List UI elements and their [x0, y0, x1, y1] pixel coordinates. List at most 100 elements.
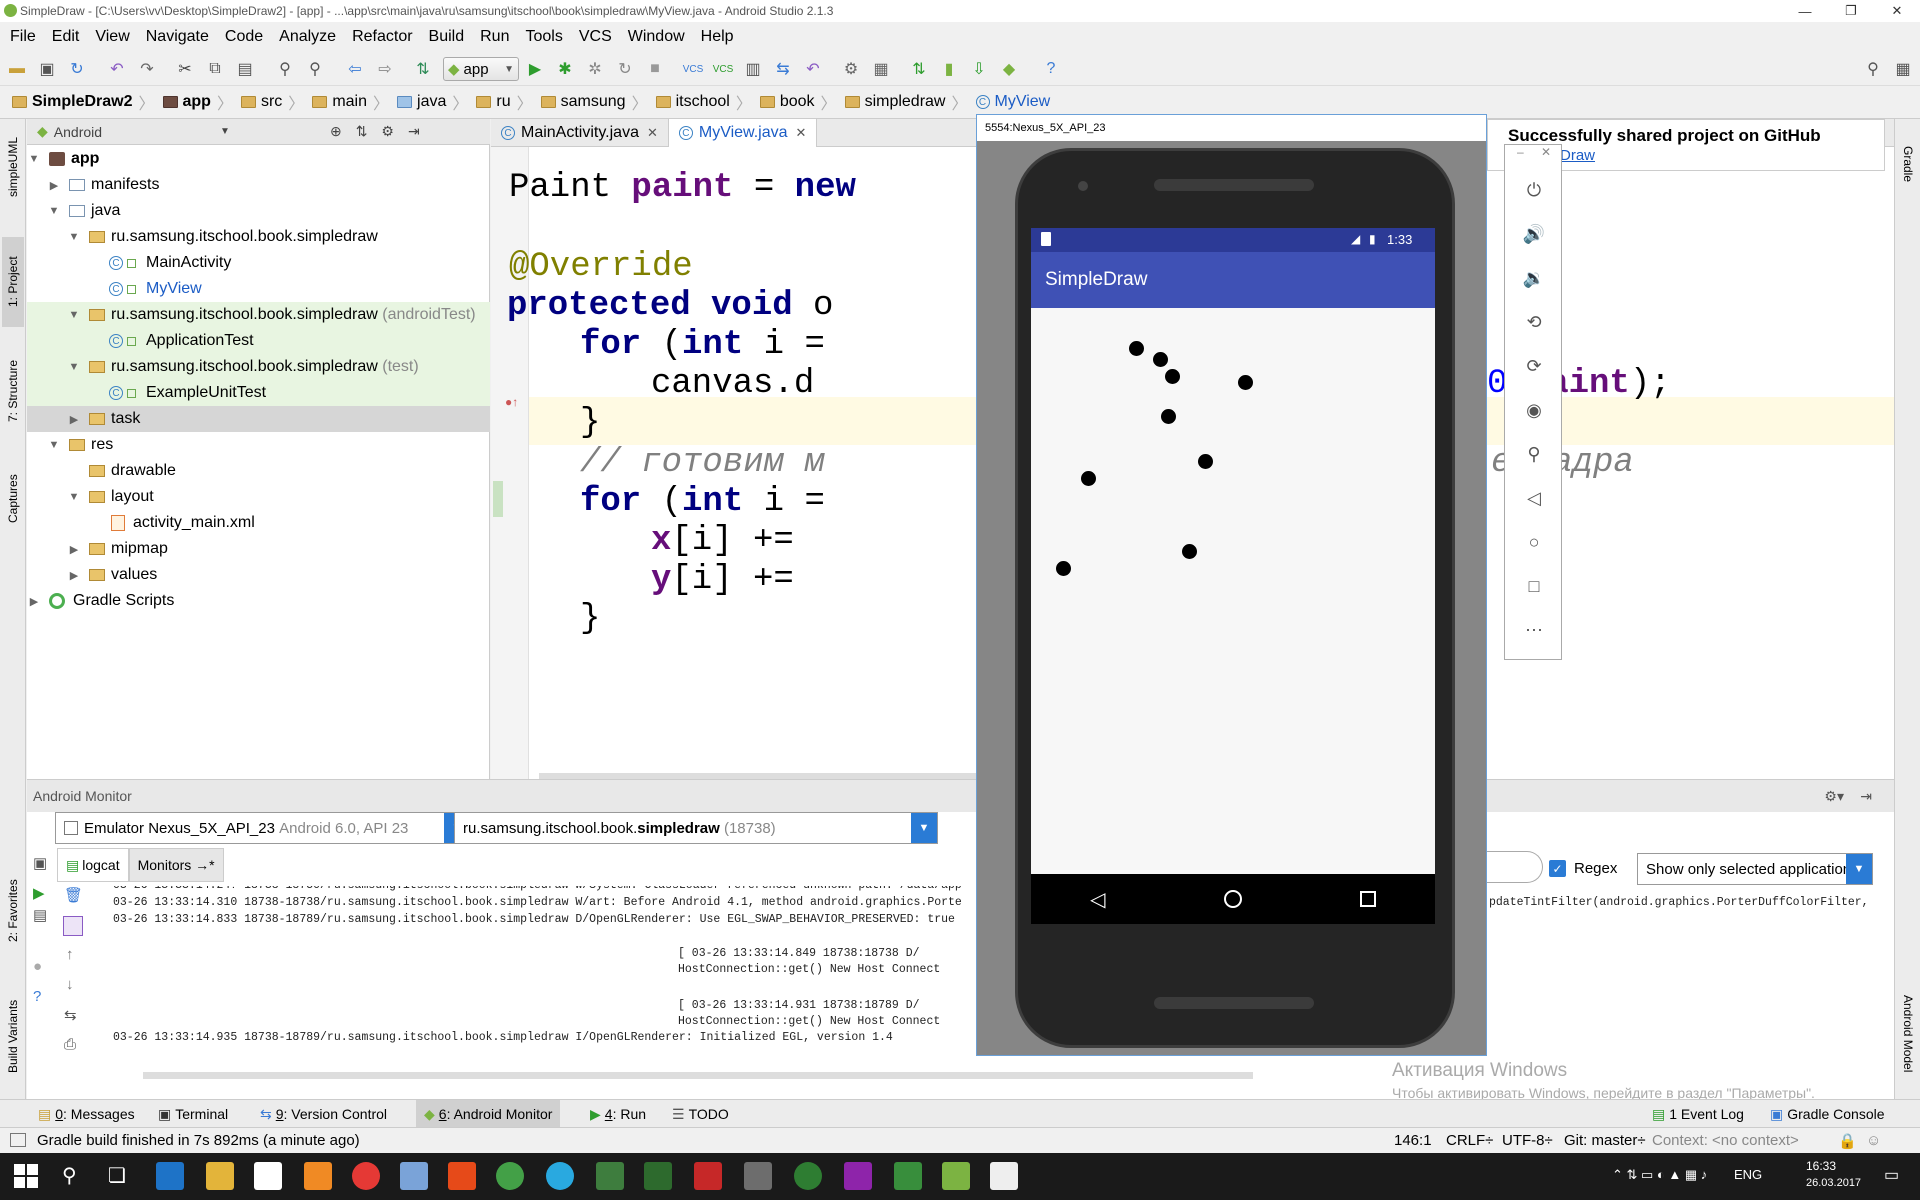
tray-icons[interactable]: ⌃ ⇅ ▭ ◐ ▲ ▦ ♪ [1612, 1167, 1707, 1183]
maximize-icon[interactable]: ❐ [1828, 0, 1874, 22]
sync-icon[interactable]: ↻ [66, 58, 88, 80]
copy-icon[interactable]: ⧉ [204, 58, 226, 80]
tab-simpleuml[interactable]: simpleUML [2, 127, 24, 207]
app-icon[interactable] [644, 1162, 672, 1190]
close-icon[interactable]: ✕ [1874, 0, 1920, 22]
tray-time[interactable]: 16:33 [1806, 1159, 1836, 1173]
regex-checkbox[interactable]: ✓ Regex [1549, 860, 1617, 877]
tool-windows-icon[interactable] [10, 1133, 26, 1147]
redo-icon[interactable]: ↷ [136, 58, 158, 80]
tree-item-myview[interactable]: C MyView [27, 276, 490, 302]
override-marker-icon[interactable]: ●↑ [505, 395, 518, 409]
back-icon[interactable]: ⇦ [344, 58, 366, 80]
close-tab-icon[interactable]: ✕ [647, 125, 658, 141]
open-folder-icon[interactable]: ▬ [6, 58, 28, 80]
breadcrumb-item[interactable]: SimpleDraw2 〉 [8, 86, 159, 119]
breadcrumb-item[interactable]: itschool 〉 [652, 86, 756, 119]
paste-icon[interactable]: ▤ [234, 58, 256, 80]
task-view-icon[interactable]: ❏ [108, 1163, 126, 1188]
help-icon[interactable]: ? [33, 988, 41, 1005]
vcs-revert-icon[interactable]: ↶ [802, 58, 824, 80]
tab-favorites[interactable]: 2: Favorites [2, 861, 24, 961]
tab-mainactivity[interactable]: C MainActivity.java ✕ [491, 119, 669, 147]
event-layout-icon[interactable]: ▦ [1892, 58, 1914, 80]
edge-icon[interactable] [156, 1162, 184, 1190]
logcat-filter-select[interactable]: Show only selected application ▼ [1637, 853, 1873, 885]
find-icon[interactable]: ⚲ [274, 58, 296, 80]
rotate-left-icon[interactable]: ⟲ [1523, 311, 1545, 333]
tree-item-package-test[interactable]: ▼ ru.samsung.itschool.book.simpledraw (te… [27, 354, 490, 380]
android-device-monitor-icon[interactable]: ◆ [998, 58, 1020, 80]
menu-analyze[interactable]: Analyze [271, 28, 344, 46]
skype-icon[interactable] [546, 1162, 574, 1190]
menu-refactor[interactable]: Refactor [344, 28, 420, 46]
power-icon[interactable]: ⏻ [1523, 179, 1545, 201]
minimize-icon[interactable]: – [1517, 145, 1524, 159]
tree-item-package[interactable]: ▼ ru.samsung.itschool.book.simpledraw [27, 224, 490, 250]
explorer-icon[interactable] [206, 1162, 234, 1190]
menu-window[interactable]: Window [620, 28, 693, 46]
app-icon[interactable] [304, 1162, 332, 1190]
app-icon[interactable] [794, 1162, 822, 1190]
breadcrumb-item[interactable]: app 〉 [159, 86, 237, 119]
tab-project[interactable]: 1: Project [2, 237, 24, 327]
tree-item-exampleunittest[interactable]: C ExampleUnitTest [27, 380, 490, 406]
tree-item-gradle-scripts[interactable]: ▶ Gradle Scripts [27, 588, 490, 614]
close-tab-icon[interactable]: ✕ [796, 125, 807, 141]
breadcrumb-item[interactable]: samsung 〉 [537, 86, 652, 119]
back-icon[interactable]: ◁ [1523, 487, 1545, 509]
breadcrumb-item[interactable]: java 〉 [393, 86, 472, 119]
soft-wrap-icon[interactable]: ⇆ [64, 1006, 77, 1024]
tab-gradle-console[interactable]: ▣ Gradle Console [1770, 1100, 1885, 1128]
breadcrumb-item[interactable]: ru 〉 [472, 86, 536, 119]
device-select[interactable]: Emulator Nexus_5X_API_23 Android 6.0, AP… [55, 812, 471, 844]
settings-icon[interactable]: ⚙ [840, 58, 862, 80]
gear-icon[interactable]: ⚙ [381, 123, 394, 140]
line-separator[interactable]: CRLF÷ [1446, 1132, 1493, 1149]
menu-tools[interactable]: Tools [517, 28, 570, 46]
store-icon[interactable] [254, 1162, 282, 1190]
utorrent-icon[interactable] [496, 1162, 524, 1190]
search-icon[interactable]: ⚲ [62, 1163, 77, 1188]
up-icon[interactable]: ↑ [66, 946, 74, 963]
tree-item-package-androidtest[interactable]: ▼ ru.samsung.itschool.book.simpledraw (an… [27, 302, 490, 328]
minimize-icon[interactable]: — [1782, 0, 1828, 22]
code-line[interactable]: y[i] += [651, 556, 814, 604]
terminate-icon[interactable]: ● [33, 958, 42, 975]
home-icon[interactable] [1223, 890, 1242, 908]
vcs-update-icon[interactable]: VCS [682, 58, 704, 80]
photos-icon[interactable] [990, 1162, 1018, 1190]
tab-android-model[interactable]: Android Model [1897, 979, 1919, 1089]
code-line[interactable]: Paint paint = new [509, 164, 856, 212]
tree-item-layout[interactable]: ▼ layout [27, 484, 490, 510]
undo-icon[interactable]: ↶ [106, 58, 128, 80]
tab-terminal[interactable]: ▣ Terminal [158, 1100, 228, 1128]
app-icon[interactable] [942, 1162, 970, 1190]
tree-item-activity-main-xml[interactable]: activity_main.xml [27, 510, 490, 536]
git-branch[interactable]: Git: master÷ [1564, 1132, 1646, 1149]
app-icon[interactable] [400, 1162, 428, 1190]
search-everywhere-icon[interactable]: ⚲ [1862, 58, 1884, 80]
lock-icon[interactable]: 🔒 [1838, 1132, 1857, 1150]
tab-myview[interactable]: C MyView.java ✕ [668, 119, 818, 147]
recents-icon[interactable] [1359, 891, 1376, 907]
collapse-all-icon[interactable]: ⇅ [356, 123, 368, 140]
drawing-canvas[interactable] [1031, 308, 1435, 874]
tree-item-applicationtest[interactable]: C ApplicationTest [27, 328, 490, 354]
code-line[interactable]: } [580, 595, 600, 643]
home-icon[interactable]: ○ [1523, 531, 1545, 553]
stop-icon[interactable]: ■ [644, 58, 666, 80]
make-project-icon[interactable]: ⇅ [412, 58, 434, 80]
log-horizontal-scrollbar[interactable] [143, 1072, 1253, 1079]
sync-gradle-icon[interactable]: ⇅ [908, 58, 930, 80]
tab-todo[interactable]: ☰ TODO [672, 1100, 729, 1128]
rotate-right-icon[interactable]: ⟳ [1523, 355, 1545, 377]
hide-icon[interactable]: ⇥ [1860, 788, 1872, 805]
forward-icon[interactable]: ⇨ [374, 58, 396, 80]
tree-item-java[interactable]: ▼ java [27, 198, 490, 224]
code-line[interactable]: canvas.d [651, 360, 814, 408]
menu-navigate[interactable]: Navigate [138, 28, 217, 46]
menu-vcs[interactable]: VCS [571, 28, 620, 46]
project-structure-icon[interactable]: ▦ [870, 58, 892, 80]
tab-monitors[interactable]: Monitors →* [128, 848, 224, 882]
